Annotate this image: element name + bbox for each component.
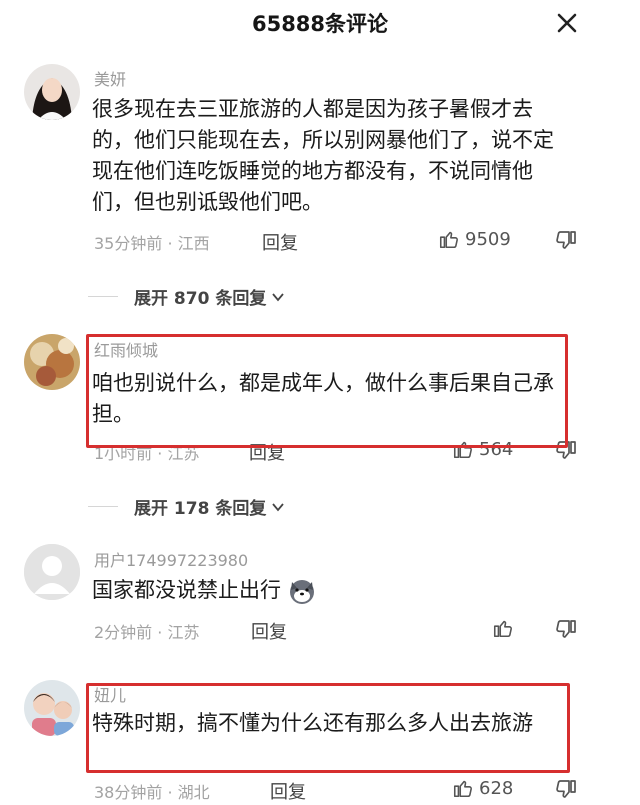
dislike-button[interactable] bbox=[554, 618, 578, 642]
username[interactable]: 美妍 bbox=[94, 66, 126, 90]
like-button[interactable]: 628 bbox=[452, 777, 513, 799]
comment-text-body: 国家都没说禁止出行 bbox=[92, 578, 281, 602]
reply-button[interactable]: 回复 bbox=[270, 778, 306, 804]
thumbs-up-icon bbox=[439, 231, 458, 249]
expand-replies-button[interactable]: 展开 178 条回复 bbox=[88, 494, 286, 519]
chevron-down-icon bbox=[272, 292, 285, 301]
highlight-box bbox=[86, 683, 570, 773]
comment-meta: 38分钟前 · 湖北 bbox=[94, 783, 210, 802]
like-button[interactable]: 9509 bbox=[438, 228, 511, 250]
like-button[interactable] bbox=[492, 617, 519, 639]
divider bbox=[88, 296, 118, 297]
avatar[interactable] bbox=[24, 64, 80, 120]
avatar[interactable] bbox=[24, 680, 80, 736]
comments-header: 65888条评论 bbox=[0, 0, 640, 46]
reply-button[interactable]: 回复 bbox=[251, 618, 287, 644]
like-count: 9509 bbox=[465, 228, 511, 250]
reply-button[interactable]: 回复 bbox=[262, 229, 298, 255]
close-icon bbox=[557, 13, 577, 33]
avatar[interactable] bbox=[24, 544, 80, 600]
thumbs-down-icon bbox=[556, 620, 576, 638]
thumbs-up-icon bbox=[453, 780, 472, 798]
thumbs-down-icon bbox=[556, 231, 576, 249]
like-count: 628 bbox=[479, 777, 514, 799]
highlight-box bbox=[86, 334, 568, 448]
comment-count-title: 65888条评论 bbox=[251, 12, 389, 36]
thumbs-up-icon bbox=[493, 620, 512, 638]
comment-meta: 2分钟前 · 江苏 bbox=[94, 623, 200, 642]
dislike-button[interactable] bbox=[554, 778, 578, 802]
chevron-down-icon bbox=[272, 502, 285, 511]
expand-replies-label: 展开 178 条回复 bbox=[134, 499, 267, 519]
comment-meta: 35分钟前 · 江西 bbox=[94, 234, 210, 253]
divider bbox=[88, 506, 118, 507]
comment-text: 国家都没说禁止出行 bbox=[92, 575, 572, 606]
expand-replies-button[interactable]: 展开 870 条回复 bbox=[88, 284, 286, 309]
comment-text: 很多现在去三亚旅游的人都是因为孩子暑假才去的，他们只能现在去，所以别网暴他们了，… bbox=[92, 97, 554, 214]
expand-replies-label: 展开 870 条回复 bbox=[134, 289, 267, 309]
dislike-button[interactable] bbox=[554, 229, 578, 253]
avatar[interactable] bbox=[24, 334, 80, 390]
close-button[interactable] bbox=[552, 8, 582, 38]
username[interactable]: 用户174997223980 bbox=[94, 547, 248, 571]
dog-emoji-icon bbox=[290, 579, 314, 604]
thumbs-down-icon bbox=[556, 780, 576, 798]
